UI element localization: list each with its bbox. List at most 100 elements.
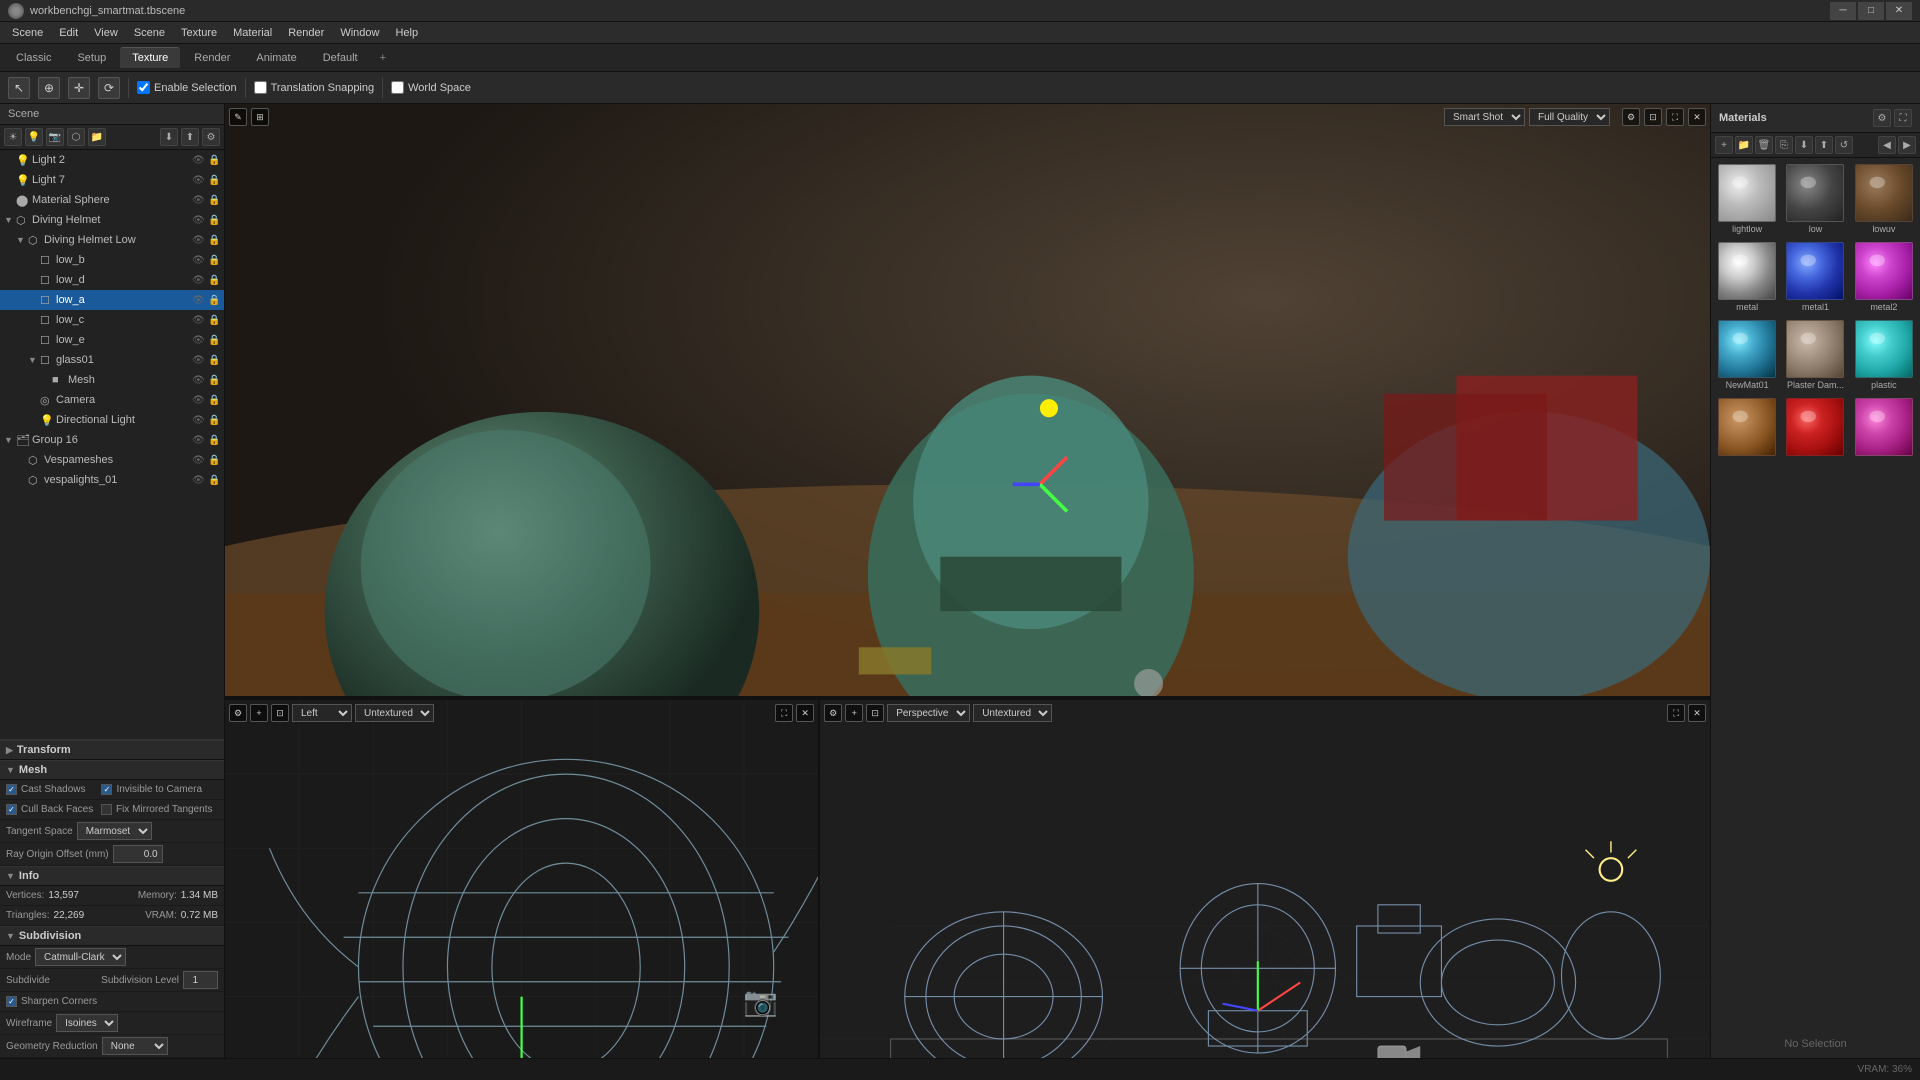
- mat-copy-btn[interactable]: ⎘: [1775, 136, 1793, 154]
- tree-lock-light2[interactable]: 🔒: [208, 155, 224, 166]
- enable-selection-check[interactable]: Enable Selection: [137, 81, 237, 94]
- left-viewport[interactable]: ⚙ + ⊡ Left Right Front Top Untextured Te…: [225, 700, 820, 1058]
- material-item-metal1[interactable]: metal1: [1783, 240, 1847, 314]
- tree-lock-vespameshes[interactable]: 🔒: [208, 455, 224, 466]
- mode-select[interactable]: Catmull-Clark Loop: [35, 948, 126, 966]
- menu-item-scene[interactable]: Scene: [126, 25, 173, 41]
- material-item-mat4[interactable]: [1715, 396, 1779, 460]
- tree-lock-low_c[interactable]: 🔒: [208, 315, 224, 326]
- menu-item-scene[interactable]: Scene: [4, 25, 51, 41]
- top-quality-dropdown[interactable]: Full Quality Preview: [1529, 108, 1610, 126]
- tree-eye-glass01[interactable]: 👁: [192, 355, 208, 366]
- invisible-camera-check[interactable]: ✓ Invisible to Camera: [101, 784, 206, 795]
- tab-plus-button[interactable]: +: [372, 48, 394, 68]
- minimize-button[interactable]: ─: [1830, 2, 1856, 20]
- cast-shadows-check[interactable]: ✓ Cast Shadows: [6, 784, 89, 795]
- move-tool-button[interactable]: ✛: [68, 77, 90, 99]
- scene-mesh-btn[interactable]: ⬡: [67, 128, 85, 146]
- right-vp-link-btn[interactable]: ⊡: [866, 704, 884, 722]
- tree-item-low_d[interactable]: ☐low_d👁🔒: [0, 270, 224, 290]
- menu-item-material[interactable]: Material: [225, 25, 280, 41]
- cull-back-faces-check[interactable]: ✓ Cull Back Faces: [6, 804, 89, 815]
- invisible-camera-checkbox[interactable]: ✓: [101, 784, 112, 795]
- menu-item-view[interactable]: View: [86, 25, 126, 41]
- tree-eye-mesh[interactable]: 👁: [192, 375, 208, 386]
- tree-eye-vespalights01[interactable]: 👁: [192, 475, 208, 486]
- tree-lock-low_d[interactable]: 🔒: [208, 275, 224, 286]
- top-expand-btn[interactable]: ⊡: [1644, 108, 1662, 126]
- subdivision-section-header[interactable]: ▼ Subdivision: [0, 926, 224, 946]
- scene-export-btn[interactable]: ⬆: [181, 128, 199, 146]
- mat-add-btn[interactable]: +: [1715, 136, 1733, 154]
- tab-render[interactable]: Render: [182, 48, 242, 68]
- menu-item-help[interactable]: Help: [387, 25, 426, 41]
- material-item-lightlow[interactable]: lightlow: [1715, 162, 1779, 236]
- right-mode-dropdown[interactable]: Untextured Textured: [973, 704, 1052, 722]
- tree-item-group16[interactable]: ▼🗂Group 16👁🔒: [0, 430, 224, 450]
- top-viewport[interactable]: ✎ ⊞ Smart Shot Camera Full Quality Previ…: [225, 104, 1710, 698]
- menu-item-window[interactable]: Window: [332, 25, 387, 41]
- left-vp-settings-btn[interactable]: ⚙: [229, 704, 247, 722]
- tree-item-low_a[interactable]: ☐low_a👁🔒: [0, 290, 224, 310]
- ray-origin-offset-input[interactable]: [113, 845, 163, 863]
- tree-eye-low_e[interactable]: 👁: [192, 335, 208, 346]
- material-item-low[interactable]: low: [1783, 162, 1847, 236]
- tree-eye-low_c[interactable]: 👁: [192, 315, 208, 326]
- tab-setup[interactable]: Setup: [65, 48, 118, 68]
- left-mode-dropdown[interactable]: Untextured Textured Wireframe: [355, 704, 434, 722]
- tree-item-material_sphere[interactable]: ⬤Material Sphere👁🔒: [0, 190, 224, 210]
- sharpen-corners-check[interactable]: ✓ Sharpen Corners: [6, 996, 101, 1007]
- tree-item-light7[interactable]: 💡Light 7👁🔒: [0, 170, 224, 190]
- tree-eye-diving_helmet_low[interactable]: 👁: [192, 235, 208, 246]
- scene-sun-btn[interactable]: ☀: [4, 128, 22, 146]
- material-item-plaster_dam[interactable]: Plaster Dam...: [1783, 318, 1847, 392]
- tree-eye-low_a[interactable]: 👁: [192, 295, 208, 306]
- tree-eye-vespameshes[interactable]: 👁: [192, 455, 208, 466]
- sharpen-corners-checkbox[interactable]: ✓: [6, 996, 17, 1007]
- mat-settings-btn[interactable]: ⚙: [1873, 109, 1891, 127]
- tree-item-directional_light[interactable]: 💡Directional Light👁🔒: [0, 410, 224, 430]
- menu-item-texture[interactable]: Texture: [173, 25, 225, 41]
- material-item-metal2[interactable]: metal2: [1852, 240, 1916, 314]
- mat-refresh-btn[interactable]: ↺: [1835, 136, 1853, 154]
- tree-item-mesh[interactable]: ■Mesh👁🔒: [0, 370, 224, 390]
- world-space-check[interactable]: World Space: [391, 81, 471, 94]
- tree-item-glass01[interactable]: ▼☐glass01👁🔒: [0, 350, 224, 370]
- fix-mirrored-check[interactable]: Fix Mirrored Tangents: [101, 804, 206, 815]
- tree-item-diving_helmet_low[interactable]: ▼⬡Diving Helmet Low👁🔒: [0, 230, 224, 250]
- right-vp-close-btn[interactable]: ✕: [1688, 704, 1706, 722]
- tree-lock-diving_helmet_low[interactable]: 🔒: [208, 235, 224, 246]
- cast-shadows-checkbox[interactable]: ✓: [6, 784, 17, 795]
- tab-texture[interactable]: Texture: [120, 47, 180, 68]
- tree-item-low_b[interactable]: ☐low_b👁🔒: [0, 250, 224, 270]
- tree-item-low_c[interactable]: ☐low_c👁🔒: [0, 310, 224, 330]
- left-vp-close-btn[interactable]: ✕: [796, 704, 814, 722]
- tree-lock-low_e[interactable]: 🔒: [208, 335, 224, 346]
- rotate-tool-button[interactable]: ⟳: [98, 77, 120, 99]
- top-settings-btn[interactable]: ⚙: [1622, 108, 1640, 126]
- scene-import-btn[interactable]: ⬇: [160, 128, 178, 146]
- tab-default[interactable]: Default: [311, 48, 370, 68]
- tree-lock-glass01[interactable]: 🔒: [208, 355, 224, 366]
- tree-lock-group16[interactable]: 🔒: [208, 435, 224, 446]
- tree-item-vespalights01[interactable]: ⬡vespalights_01👁🔒: [0, 470, 224, 490]
- tree-lock-directional_light[interactable]: 🔒: [208, 415, 224, 426]
- left-vp-add-btn[interactable]: +: [250, 704, 268, 722]
- right-camera-dropdown[interactable]: Perspective Left Front Top: [887, 704, 970, 722]
- tree-eye-directional_light[interactable]: 👁: [192, 415, 208, 426]
- cull-back-faces-checkbox[interactable]: ✓: [6, 804, 17, 815]
- top-viewport-edit-btn[interactable]: ✎: [229, 108, 247, 126]
- transform-section-header[interactable]: ▶ Transform: [0, 740, 224, 760]
- tree-eye-camera[interactable]: 👁: [192, 395, 208, 406]
- top-close-btn[interactable]: ✕: [1688, 108, 1706, 126]
- tab-animate[interactable]: Animate: [244, 48, 308, 68]
- tangent-space-select[interactable]: Marmoset Unity Unreal: [77, 822, 152, 840]
- tree-lock-mesh[interactable]: 🔒: [208, 375, 224, 386]
- tree-item-camera[interactable]: ◎Camera👁🔒: [0, 390, 224, 410]
- tree-item-vespameshes[interactable]: ⬡Vespameshes👁🔒: [0, 450, 224, 470]
- scene-light-btn[interactable]: 💡: [25, 128, 43, 146]
- menu-item-edit[interactable]: Edit: [51, 25, 86, 41]
- right-vp-add-btn[interactable]: +: [845, 704, 863, 722]
- material-item-mat6[interactable]: [1852, 396, 1916, 460]
- maximize-button[interactable]: □: [1858, 2, 1884, 20]
